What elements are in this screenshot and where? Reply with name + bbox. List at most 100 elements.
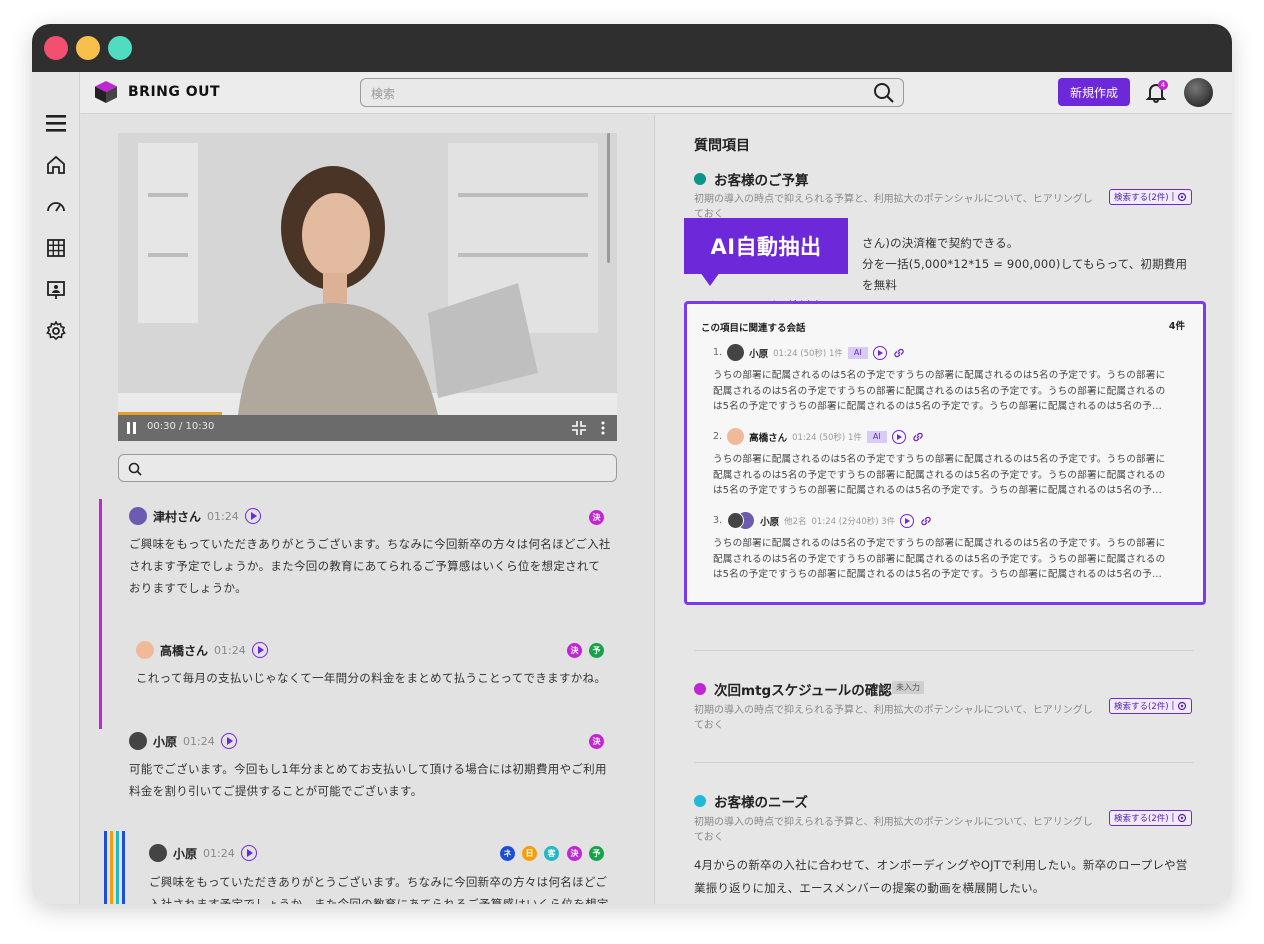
- left-panel: 00:30 / 10:30 津村さん 01:24 決 ご興味をもっていただきあり…: [81, 115, 655, 904]
- text-line: 配属されるのは5名の予定ですうちの部署に配属されるのは5名の予定です。うちの部署…: [713, 553, 1166, 565]
- related-item-header[interactable]: 2. 高橋さん 01:24 (50秒) 1件 AI: [713, 428, 925, 445]
- transcript-item-header: 津村さん 01:24: [129, 507, 261, 525]
- text-line: 初期の導入の時点で抑えられる予算と、利用拡大のポテンシャルについて、ヒアリングし: [694, 817, 1093, 828]
- tag-orange: 日: [522, 846, 537, 861]
- text-line: 業振り返りに加え、エースメンバーの提案の動画を横展開したい。: [694, 881, 1045, 895]
- avatar: [727, 512, 745, 529]
- tag-blue: ネ: [500, 846, 515, 861]
- timestamp: 01:24: [203, 846, 235, 860]
- transcript-item-header: 高橋さん 01:24: [136, 641, 268, 659]
- text-line: ご興味をもっていただきありがとうございます。ちなみに今回新卒の方々は何名ほどご: [149, 875, 608, 889]
- play-icon[interactable]: [240, 845, 257, 861]
- text-line: うちの部署に配属されるのは5名の予定ですうちの部署に配属されるのは5名の予定です…: [713, 370, 1166, 381]
- related-item-header[interactable]: 3. 小原 他2名 01:24 (2分40秒) 3件: [713, 512, 933, 529]
- text-line: は5名の予定ですうちの部署に配属されるのは5名の予定です。うちの部署に配属される…: [713, 401, 1162, 412]
- avatar: [727, 428, 745, 445]
- tag-budget: 予: [589, 643, 604, 658]
- speaker-name: 高橋さん: [160, 643, 209, 658]
- text-line: うちの部署に配属されるのは5名の予定ですうちの部署に配属されるのは5名の予定です…: [713, 454, 1166, 465]
- transcript-text: ご興味をもっていただきありがとうございます。ちなみに今回新卒の方々は何名ほどご入…: [129, 533, 619, 599]
- link-icon[interactable]: [911, 430, 925, 444]
- search-icon[interactable]: [873, 82, 895, 104]
- new-create-button[interactable]: 新規作成: [1058, 78, 1130, 106]
- search-related-button[interactable]: 検索する(2件) |: [1109, 810, 1193, 826]
- ai-badge: AI: [866, 430, 887, 443]
- minimize-window-button[interactable]: [76, 36, 100, 60]
- scrollbar[interactable]: [607, 133, 610, 263]
- menu-icon[interactable]: [44, 111, 68, 135]
- question-title: 次回mtgスケジュールの確認: [714, 683, 892, 699]
- questions-heading: 質問項目: [694, 138, 750, 154]
- pause-icon[interactable]: [127, 422, 137, 434]
- dashboard-icon[interactable]: [44, 195, 68, 219]
- text-line: おりますでしょうか。: [129, 581, 247, 595]
- related-item-text: うちの部署に配属されるのは5名の予定ですうちの部署に配属されるのは5名の予定です…: [713, 536, 1179, 583]
- avatar: [136, 641, 154, 659]
- close-window-button[interactable]: [44, 36, 68, 60]
- link-icon[interactable]: [892, 346, 906, 360]
- home-icon[interactable]: [44, 153, 68, 177]
- question-answer: 4月からの新卒の入社に合わせて、オンボーディングやOJTで利用したい。新卒のロー…: [694, 854, 1204, 900]
- maximize-window-button[interactable]: [108, 36, 132, 60]
- sidebar: [32, 72, 80, 904]
- play-icon[interactable]: [220, 733, 237, 749]
- timestamp: 01:24: [207, 509, 239, 523]
- exit-fullscreen-icon[interactable]: [572, 421, 586, 435]
- transcript-text: 可能でございます。今回もし1年分まとめてお支払いして頂ける場合には初期費用やご利…: [129, 758, 619, 802]
- status-dot: [694, 795, 706, 807]
- play-icon[interactable]: [900, 513, 915, 528]
- text-line: 可能でございます。今回もし1年分まとめてお支払いして頂ける場合には初期費用やご利…: [129, 762, 607, 776]
- avatar-group: [727, 512, 755, 529]
- play-icon[interactable]: [244, 508, 261, 524]
- text-line: 入社されます予定でしょうか。また今回の教育にあてられるご予算感はいくら位を想定: [149, 897, 609, 904]
- callout-pointer: [700, 272, 720, 286]
- brand-logo[interactable]: BRING OUT: [94, 80, 220, 104]
- settings-icon: [1178, 813, 1187, 823]
- link-icon[interactable]: [919, 514, 933, 528]
- text-line: 4月からの新卒の入社に合わせて、オンボーディングやOJTで利用したい。新卒のロー…: [694, 858, 1188, 872]
- related-item-text: うちの部署に配属されるのは5名の予定ですうちの部署に配属されるのは5名の予定です…: [713, 368, 1179, 415]
- transcript-marker-line: [116, 831, 119, 904]
- transcript-marker-line: [110, 831, 113, 904]
- tag-decision: 決: [589, 734, 604, 749]
- more-options-icon[interactable]: [601, 421, 605, 435]
- text-line: 配属されるのは5名の予定ですうちの部署に配属されるのは5名の予定です。うちの部署…: [713, 385, 1166, 397]
- related-conversations-card: この項目に関連する会話 4件 1. 小原 01:24 (50秒) 1件 AI う…: [684, 301, 1206, 605]
- search-related-button[interactable]: 検索する(2件) |: [1109, 698, 1193, 714]
- text-line: ておく: [694, 720, 724, 731]
- grid-icon[interactable]: [44, 236, 68, 260]
- search-icon: [128, 462, 142, 476]
- video-controls: 00:30 / 10:30: [118, 415, 617, 441]
- text-line: ご興味をもっていただきありがとうございます。ちなみに今回新卒の方々は何名ほどご入…: [129, 537, 611, 551]
- speaker-name: 高橋さん: [749, 432, 788, 444]
- speaker-name: 小原: [749, 348, 769, 360]
- speaker-name: 小原: [760, 516, 780, 528]
- tag-decision: 決: [589, 510, 604, 525]
- play-icon[interactable]: [891, 429, 906, 444]
- play-icon[interactable]: [251, 642, 268, 658]
- section-divider: [694, 650, 1194, 651]
- presentation-icon[interactable]: [44, 278, 68, 302]
- related-item-header[interactable]: 1. 小原 01:24 (50秒) 1件 AI: [713, 344, 906, 361]
- button-label: 検索する(2件): [1114, 814, 1169, 824]
- card-title: この項目に関連する会話: [701, 323, 806, 334]
- search-related-button[interactable]: 検索する(2件) |: [1109, 189, 1193, 205]
- text-line: されます予定でしょうか。また今回の教育にあてられるご予算感はいくら位を想定されて: [129, 559, 601, 573]
- gear-icon[interactable]: [44, 319, 68, 343]
- question-title: お客様のニーズ: [714, 795, 808, 811]
- transcript-search-input[interactable]: [118, 454, 617, 482]
- question-description: 初期の導入の時点で抑えられる予算と、利用拡大のポテンシャルについて、ヒアリングし…: [694, 703, 1094, 733]
- item-number: 1.: [713, 347, 723, 358]
- video-player[interactable]: [118, 133, 617, 415]
- play-icon[interactable]: [872, 345, 887, 360]
- user-avatar[interactable]: [1184, 78, 1213, 107]
- transcript-text: ご興味をもっていただきありがとうございます。ちなみに今回新卒の方々は何名ほどご …: [149, 871, 629, 904]
- transcript-item-header: 小原 01:24: [129, 732, 237, 750]
- text-line: うちの部署に配属されるのは5名の予定ですうちの部署に配属されるのは5名の予定です…: [713, 538, 1166, 549]
- tag-budget: 予: [589, 846, 604, 861]
- transcript-marker-line: [99, 499, 102, 729]
- search-input[interactable]: 検索: [360, 78, 904, 107]
- text-line: 初期の導入の時点で抑えられる予算と、利用拡大のポテンシャルについて、ヒアリングし: [694, 194, 1093, 205]
- item-meta-prefix: 他2名: [784, 516, 807, 527]
- avatar: [129, 507, 147, 525]
